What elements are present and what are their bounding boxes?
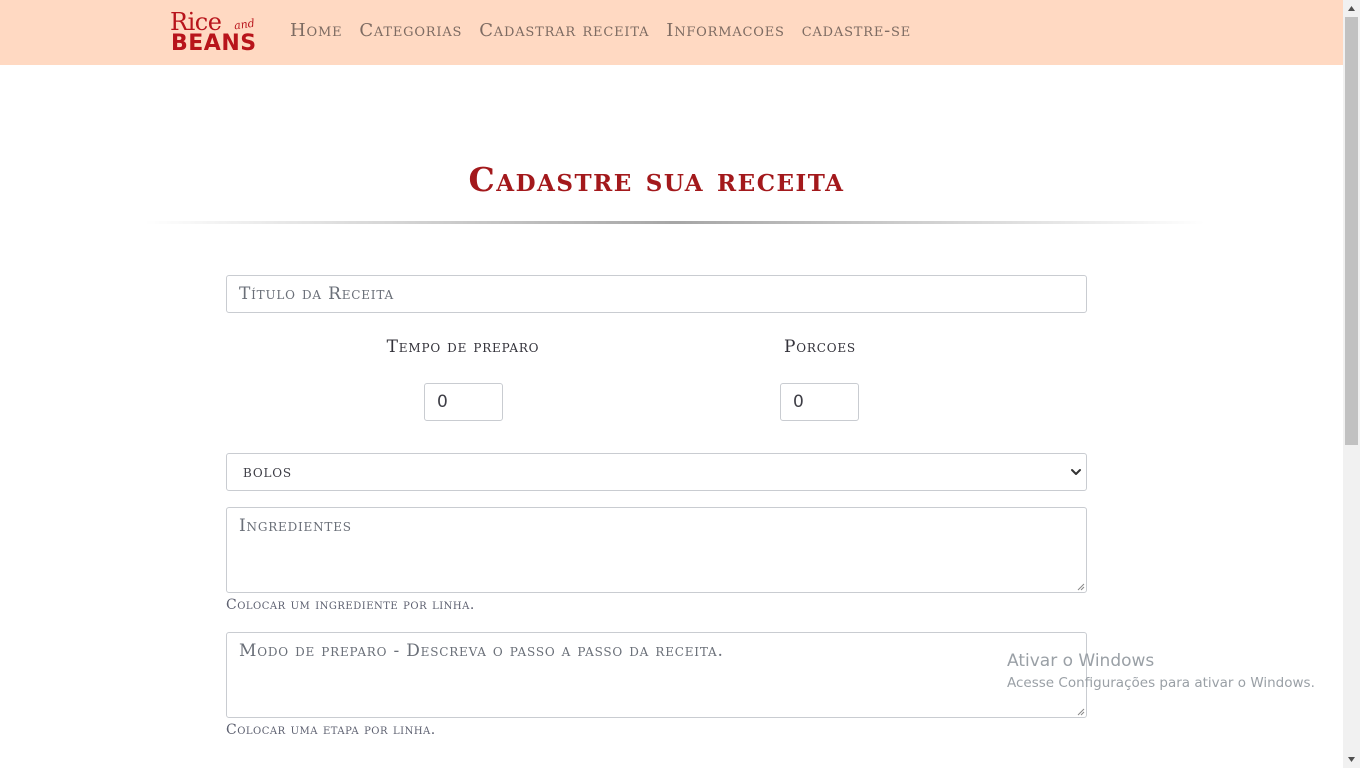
triangle-up-icon[interactable] — [1347, 4, 1356, 13]
nav-link-informacoes[interactable]: Informacoes — [666, 20, 784, 41]
porcoes-label: Porcoes — [784, 337, 856, 357]
vertical-scrollbar[interactable] — [1343, 0, 1360, 768]
modo-preparo-textarea[interactable]: Modo de preparo - Descreva o passo a pas… — [226, 632, 1087, 718]
category-selected-value: bolos — [243, 462, 292, 482]
windows-activation-watermark: Ativar o Windows Acesse Configurações pa… — [1007, 651, 1315, 691]
logo-beans-text: BEANS — [171, 31, 257, 56]
modo-preparo-help-text: Colocar uma etapa por linha. — [226, 722, 436, 738]
ingredientes-help-text: Colocar um ingrediente por linha. — [226, 597, 475, 613]
logo-and-text: and — [233, 16, 256, 33]
modo-preparo-placeholder: Modo de preparo - Descreva o passo a pas… — [239, 641, 724, 661]
nav-link-cadastre-se[interactable]: cadastre-se — [802, 20, 911, 41]
resize-grip-icon[interactable] — [1075, 581, 1085, 591]
recipe-title-input[interactable]: Título da Receita — [226, 275, 1087, 313]
tempo-preparo-label: Tempo de preparo — [386, 337, 540, 357]
porcoes-input[interactable]: 0 — [780, 383, 859, 421]
tempo-preparo-input[interactable]: 0 — [424, 383, 503, 421]
watermark-title: Ativar o Windows — [1007, 651, 1155, 671]
nav-link-categorias[interactable]: Categorias — [359, 20, 462, 41]
watermark-subtitle: Acesse Configurações para ativar o Windo… — [1007, 675, 1315, 691]
category-select[interactable]: bolos — [226, 453, 1087, 491]
brand-logo[interactable]: Rice and BEANS — [170, 8, 266, 58]
page-title: Cadastre sua receita — [468, 160, 845, 199]
title-divider — [145, 221, 1205, 224]
navbar: Rice and BEANS Home Categorias Cadastrar… — [0, 0, 1343, 65]
nav-link-home[interactable]: Home — [290, 20, 342, 41]
resize-grip-icon[interactable] — [1075, 706, 1085, 716]
chevron-down-icon — [1071, 469, 1081, 475]
triangle-down-icon[interactable] — [1347, 755, 1356, 764]
scrollbar-thumb[interactable] — [1345, 17, 1358, 445]
main-nav: Home Categorias Cadastrar receita Inform… — [290, 20, 911, 41]
ingredientes-placeholder: Ingredientes — [239, 516, 352, 536]
nav-link-cadastrar-receita[interactable]: Cadastrar receita — [479, 20, 649, 41]
ingredientes-textarea[interactable]: Ingredientes — [226, 507, 1087, 593]
